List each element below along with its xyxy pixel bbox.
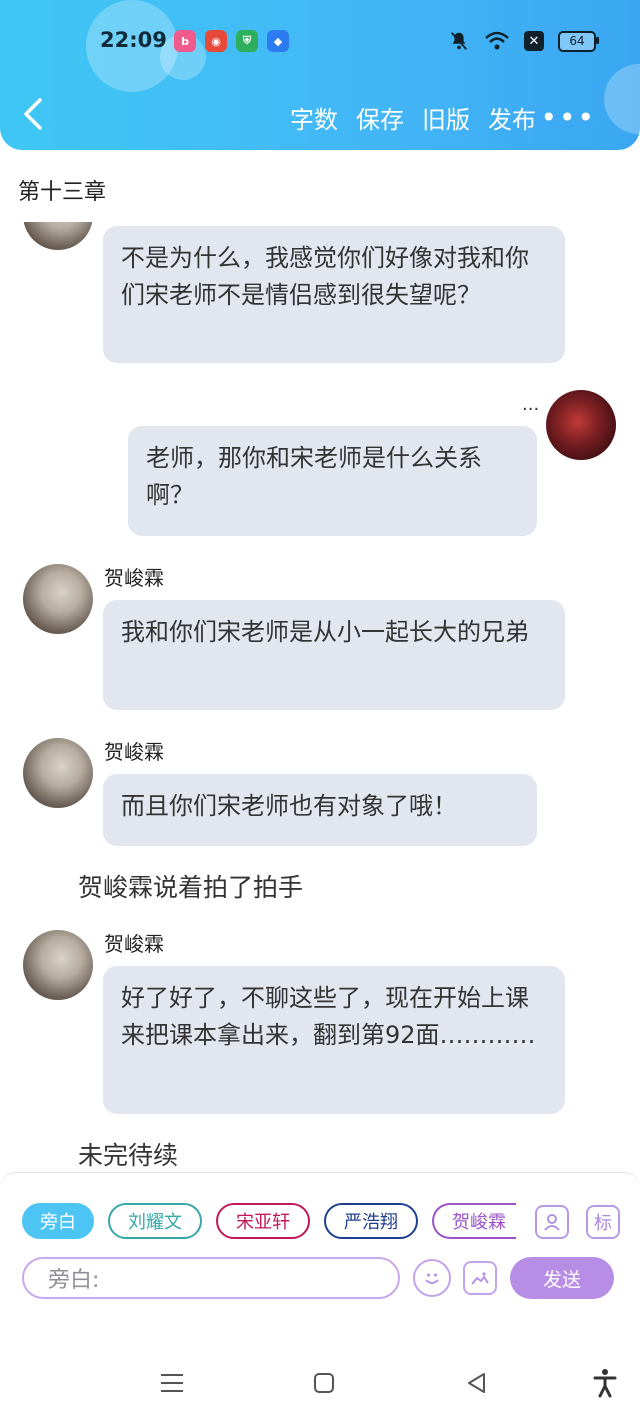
smile-icon: [425, 1273, 439, 1284]
mute-bell-icon: [450, 32, 468, 50]
speaker-name: 贺峻霖: [104, 566, 164, 590]
send-button[interactable]: 发送: [510, 1257, 614, 1299]
battery-indicator: 64: [558, 30, 599, 52]
chat-area[interactable]: 不是为什么，我感觉你们好像对我和你们宋老师不是情侣感到很失望呢？ ... 老师，…: [0, 222, 640, 1172]
chat-message[interactable]: 老师，那你和宋老师是什么关系啊？: [128, 426, 537, 536]
system-nav-bar: [0, 1346, 640, 1423]
mark-icon[interactable]: 标: [586, 1205, 620, 1239]
signal-off-icon: ✕: [524, 31, 544, 51]
picture-icon: [471, 1272, 489, 1285]
chat-message[interactable]: 不是为什么，我感觉你们好像对我和你们宋老师不是情侣感到很失望呢？: [103, 226, 565, 363]
avatar[interactable]: [23, 930, 93, 1000]
role-chip-hejunlin[interactable]: 贺峻霖: [432, 1203, 516, 1239]
home-square-icon[interactable]: [309, 1368, 339, 1398]
app-notification-icon: b: [174, 30, 196, 52]
status-time: 22:09: [100, 28, 167, 52]
message-input[interactable]: 旁白:: [22, 1257, 400, 1299]
image-icon[interactable]: [463, 1261, 497, 1295]
person-icon: [544, 1214, 560, 1231]
header-actions: 字数 保存 旧版 发布: [290, 100, 536, 135]
menu-icon[interactable]: [157, 1368, 187, 1398]
speaker-name: 贺峻霖: [104, 740, 164, 764]
avatar[interactable]: [23, 564, 93, 634]
app-header: 22:09 b ◉ ⛨ ◆ ✕ 64 字数 保存 旧版 发布 •••: [0, 0, 640, 150]
chat-message[interactable]: 好了好了，不聊这些了，现在开始上课来把课本拿出来，翻到第92面…………: [103, 966, 565, 1114]
chat-message[interactable]: 而且你们宋老师也有对象了哦！: [103, 774, 537, 846]
chapter-title: 第十三章: [18, 180, 107, 205]
decor-bubble: [604, 64, 640, 134]
word-count-button[interactable]: 字数: [290, 100, 338, 135]
avatar[interactable]: [546, 390, 616, 460]
add-role-icon[interactable]: [535, 1205, 569, 1239]
status-app-icons: b ◉ ⛨ ◆: [174, 30, 289, 52]
accessibility-icon[interactable]: [590, 1368, 620, 1398]
publish-button[interactable]: 发布: [488, 100, 536, 135]
back-arrow-icon[interactable]: [20, 96, 50, 132]
emoji-icon[interactable]: [413, 1259, 451, 1297]
more-options-button[interactable]: •••: [540, 101, 596, 134]
speaker-name: ...: [522, 394, 540, 415]
old-version-button[interactable]: 旧版: [422, 100, 470, 135]
shield-icon: ⛨: [236, 30, 258, 52]
composer-panel: 旁白 刘耀文 宋亚轩 严浩翔 贺峻霖 标 旁白: 发送: [0, 1172, 640, 1347]
chat-message[interactable]: 我和你们宋老师是从小一起长大的兄弟: [103, 600, 565, 710]
narration-text[interactable]: 未完待续: [78, 1136, 178, 1172]
back-triangle-icon[interactable]: [462, 1368, 492, 1398]
status-indicators: ✕ 64: [448, 30, 599, 52]
speaker-name: 贺峻霖: [104, 932, 164, 956]
role-chip-narrator[interactable]: 旁白: [22, 1203, 94, 1239]
app-notification-icon: ◆: [267, 30, 289, 52]
role-chip-liuyaowen[interactable]: 刘耀文: [108, 1203, 202, 1239]
avatar[interactable]: [23, 222, 93, 250]
app-notification-icon: ◉: [205, 30, 227, 52]
narration-text[interactable]: 贺峻霖说着拍了拍手: [78, 868, 303, 904]
avatar[interactable]: [23, 738, 93, 808]
save-button[interactable]: 保存: [356, 100, 404, 135]
wifi-icon: [485, 31, 509, 50]
role-chip-yanhaoxiang[interactable]: 严浩翔: [324, 1203, 418, 1239]
role-chip-songyaxuan[interactable]: 宋亚轩: [216, 1203, 310, 1239]
